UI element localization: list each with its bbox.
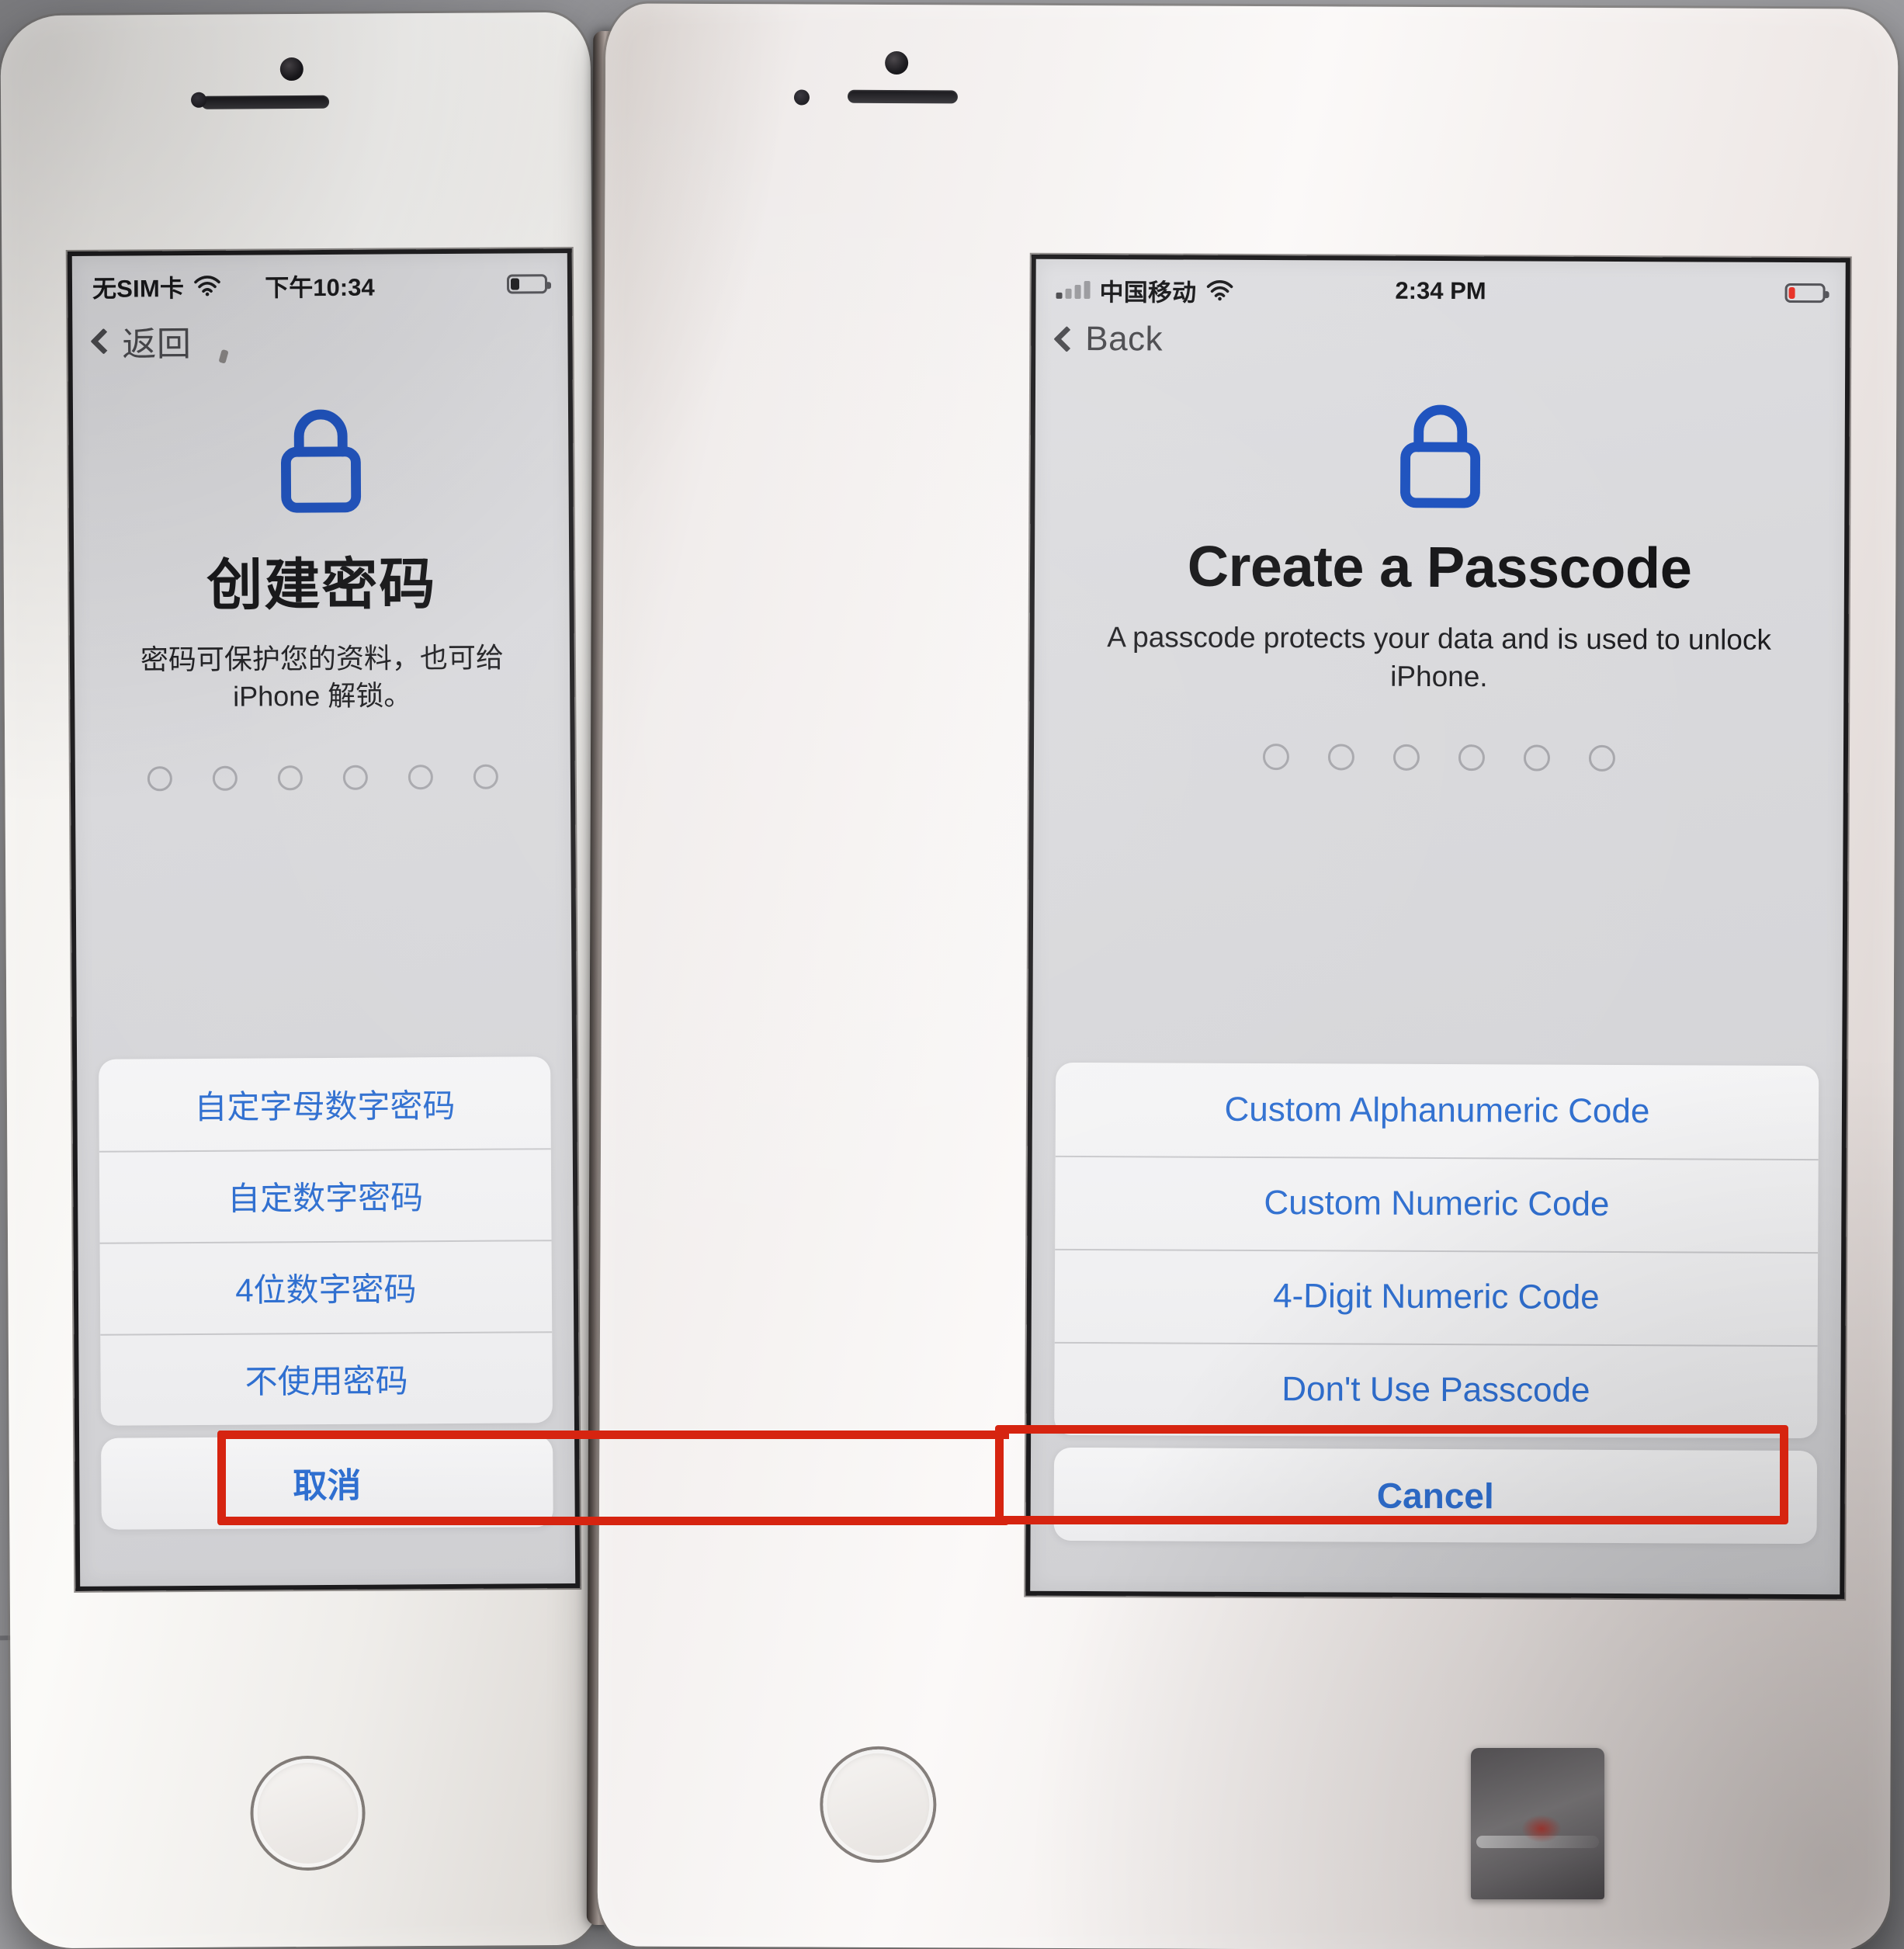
status-bar-right: 中国移动 2:34 PM xyxy=(1035,259,1845,319)
option-label: 4-Digit Numeric Code xyxy=(1273,1277,1600,1316)
option-4-digit-numeric[interactable]: 4-Digit Numeric Code xyxy=(1055,1249,1819,1345)
option-label: 4位数字密码 xyxy=(235,1270,417,1309)
option-4-digit-numeric[interactable]: 4位数字密码 xyxy=(100,1240,553,1334)
passcode-dot xyxy=(1588,744,1615,772)
option-label: 自定数字密码 xyxy=(227,1178,424,1217)
cancel-card: Cancel xyxy=(1053,1447,1818,1545)
front-camera-icon xyxy=(885,50,909,75)
page-title: 创建密码 xyxy=(206,553,437,617)
options-card: 自定字母数字密码 自定数字密码 4位数字密码 不使用密码 xyxy=(99,1056,553,1426)
action-sheet-left: 自定字母数字密码 自定数字密码 4位数字密码 不使用密码 取消 xyxy=(77,1056,575,1530)
hero-right: Create a Passcode A passcode protects yo… xyxy=(1034,393,1845,698)
cancel-label: 取消 xyxy=(293,1466,362,1506)
carrier-label: 中国移动 xyxy=(1099,278,1197,307)
option-label: 自定字母数字密码 xyxy=(194,1087,456,1125)
option-dont-use-passcode[interactable]: 不使用密码 xyxy=(100,1331,553,1426)
nav-bar-right[interactable]: Back xyxy=(1035,315,1845,362)
passcode-dot xyxy=(277,765,303,791)
hero-left: 创建密码 密码可保护您的资料，也可给 iPhone 解锁。 xyxy=(73,397,570,716)
signal-bars-icon xyxy=(1056,280,1091,300)
option-label: Custom Numeric Code xyxy=(1264,1184,1610,1223)
action-sheet-right: Custom Alphanumeric Code Custom Numeric … xyxy=(1031,1062,1843,1545)
lock-icon-wrap xyxy=(1035,393,1845,515)
option-label: Custom Alphanumeric Code xyxy=(1224,1090,1650,1131)
battery-icon xyxy=(1784,283,1826,303)
passcode-dot xyxy=(212,765,238,791)
page-subtitle: A passcode protects your data and is use… xyxy=(1107,621,1772,693)
screen-left: 无SIM卡 下午10:34 返回 创建密码 密码可保护您的资料，也可给 iPho… xyxy=(67,248,581,1591)
wifi-icon xyxy=(1206,279,1233,301)
option-custom-numeric[interactable]: 自定数字密码 xyxy=(99,1148,552,1243)
battery-icon xyxy=(506,273,548,294)
cancel-card: 取消 xyxy=(101,1435,553,1530)
chevron-left-icon xyxy=(90,328,117,355)
passcode-dot xyxy=(1458,744,1485,771)
earpiece-speaker xyxy=(847,89,958,104)
passcode-dot xyxy=(1392,744,1420,771)
earpiece-speaker xyxy=(201,95,330,109)
status-bar-left: 无SIM卡 下午10:34 xyxy=(72,253,567,312)
option-custom-alphanumeric[interactable]: Custom Alphanumeric Code xyxy=(1056,1063,1819,1159)
options-card: Custom Alphanumeric Code Custom Numeric … xyxy=(1054,1062,1819,1439)
wifi-icon xyxy=(194,276,220,297)
lock-icon-wrap xyxy=(73,397,569,518)
nav-bar-left[interactable]: 返回 xyxy=(72,309,567,366)
front-camera-icon xyxy=(279,57,303,81)
back-button-label[interactable]: Back xyxy=(1085,320,1163,359)
chin-tape-sticker xyxy=(1471,1748,1604,1899)
page-title: Create a Passcode xyxy=(1187,533,1692,601)
option-custom-alphanumeric[interactable]: 自定字母数字密码 xyxy=(99,1056,551,1151)
home-button-left[interactable] xyxy=(253,1758,362,1868)
option-label: 不使用密码 xyxy=(245,1361,408,1400)
proximity-sensor-icon xyxy=(793,89,810,106)
lock-icon xyxy=(1399,404,1480,508)
cancel-label: Cancel xyxy=(1376,1475,1494,1517)
cancel-button[interactable]: 取消 xyxy=(101,1435,553,1530)
photo-scene: 无SIM卡 下午10:34 返回 创建密码 密码可保护您的资料，也可给 iPho… xyxy=(0,0,1904,1949)
home-button-right[interactable] xyxy=(823,1749,934,1861)
passcode-dots-left xyxy=(75,764,571,792)
screen-right: 中国移动 2:34 PM Back Create a Passcode A pa… xyxy=(1025,254,1850,1600)
passcode-dot xyxy=(1523,744,1550,772)
passcode-dot xyxy=(1262,743,1289,770)
passcode-dot xyxy=(1327,744,1354,771)
tape-glint xyxy=(1476,1836,1600,1849)
passcode-dots-right xyxy=(1034,742,1843,772)
option-label: Don't Use Passcode xyxy=(1281,1370,1590,1410)
passcode-dot xyxy=(473,764,498,789)
passcode-dot xyxy=(147,766,172,792)
option-dont-use-passcode[interactable]: Don't Use Passcode xyxy=(1054,1342,1818,1438)
chevron-left-icon xyxy=(1053,325,1080,352)
passcode-dot xyxy=(408,765,433,790)
lock-icon xyxy=(281,409,362,513)
cancel-button[interactable]: Cancel xyxy=(1054,1448,1818,1544)
passcode-dot xyxy=(342,765,368,790)
page-subtitle: 密码可保护您的资料，也可给 iPhone 解锁。 xyxy=(140,641,505,713)
option-custom-numeric[interactable]: Custom Numeric Code xyxy=(1055,1156,1819,1252)
carrier-label: 无SIM卡 xyxy=(92,274,185,303)
proximity-sensor-icon xyxy=(191,92,207,108)
back-button-label[interactable]: 返回 xyxy=(122,316,191,366)
